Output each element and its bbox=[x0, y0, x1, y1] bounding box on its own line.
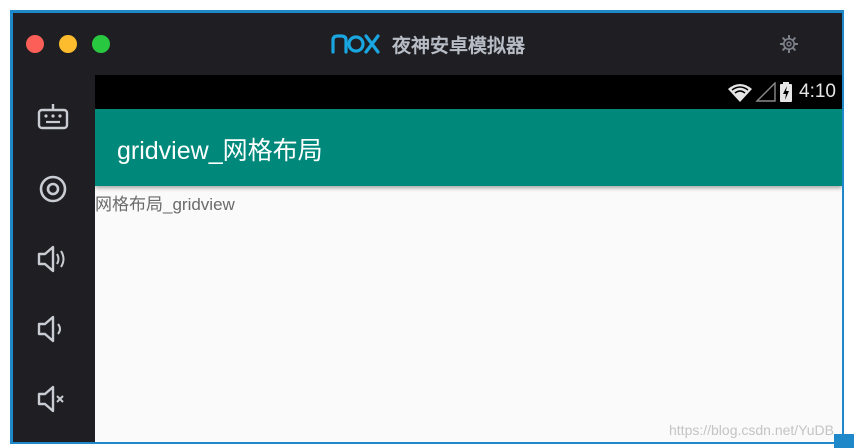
volume-up-icon bbox=[37, 245, 65, 273]
volume-up-button[interactable] bbox=[35, 241, 71, 277]
location-icon bbox=[39, 175, 67, 203]
volume-down-button[interactable] bbox=[35, 311, 71, 347]
volume-mute-icon bbox=[37, 385, 64, 413]
app-bar-title: gridview_网格布局 bbox=[117, 137, 323, 165]
resize-handle[interactable] bbox=[834, 434, 854, 448]
keyboard-icon bbox=[37, 104, 69, 130]
wifi-icon bbox=[728, 84, 753, 102]
app-bar: gridview_网格布局 bbox=[95, 109, 842, 186]
app-title: 夜神安卓模拟器 bbox=[13, 29, 842, 59]
app-name: 夜神安卓模拟器 bbox=[391, 34, 525, 57]
nox-logo-icon bbox=[331, 34, 380, 54]
sidebar bbox=[13, 75, 95, 442]
status-clock: 4:10 bbox=[799, 81, 836, 102]
android-screen[interactable]: 4:10 gridview_网格布局 网格布局_gridview https:/… bbox=[95, 75, 842, 442]
volume-mute-button[interactable] bbox=[35, 381, 71, 417]
signal-icon bbox=[755, 82, 776, 102]
gear-icon[interactable] bbox=[780, 35, 798, 53]
keyboard-button[interactable] bbox=[35, 99, 71, 135]
volume-down-icon bbox=[37, 315, 61, 343]
watermark: https://blog.csdn.net/YuDB bbox=[669, 422, 834, 438]
location-button[interactable] bbox=[35, 171, 71, 207]
battery-charging-icon bbox=[780, 82, 793, 102]
status-bar: 4:10 bbox=[95, 75, 842, 109]
title-bar[interactable]: 夜神安卓模拟器 bbox=[13, 13, 842, 75]
emulator-window: 夜神安卓模拟器 4:10 gridview_网格布局 网格布局_gridview… bbox=[10, 10, 844, 444]
content-text: 网格布局_gridview bbox=[95, 195, 235, 214]
